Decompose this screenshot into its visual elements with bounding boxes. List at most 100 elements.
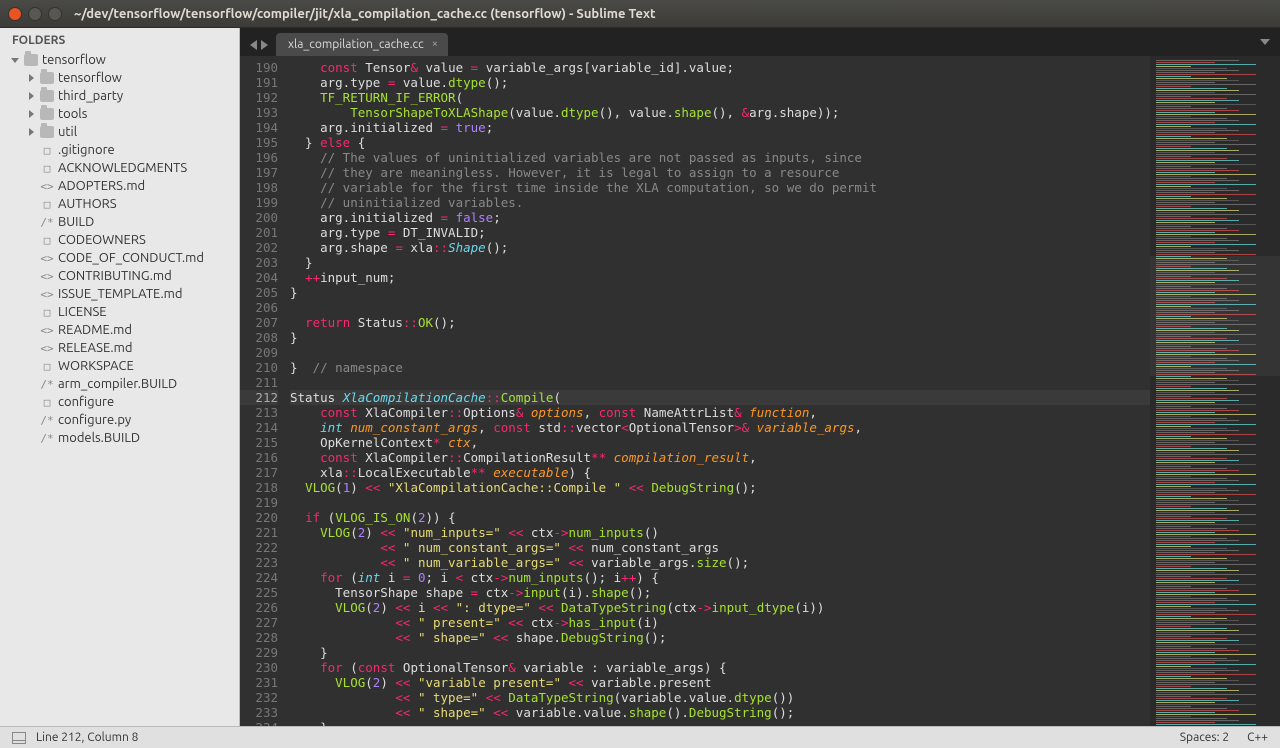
tree-item-label: arm_compiler.BUILD: [58, 377, 177, 391]
code-line[interactable]: int num_constant_args, const std::vector…: [290, 420, 1150, 435]
file-type-icon: □: [40, 144, 54, 157]
code-line[interactable]: OpKernelContext* ctx,: [290, 435, 1150, 450]
code-line[interactable]: << " num_variable_args=" << variable_arg…: [290, 555, 1150, 570]
tree-file[interactable]: <>ADOPTERS.md: [22, 177, 235, 195]
window-max-button[interactable]: [48, 7, 62, 21]
code-line[interactable]: for (const OptionalTensor& variable : va…: [290, 660, 1150, 675]
code-line[interactable]: // they are meaningless. However, it is …: [290, 165, 1150, 180]
tree-folder[interactable]: third_party: [22, 87, 235, 105]
code-line[interactable]: }: [290, 330, 1150, 345]
line-number: 203: [240, 255, 278, 270]
code-line[interactable]: } else {: [290, 135, 1150, 150]
tree-file[interactable]: <>RELEASE.md: [22, 339, 235, 357]
code-line[interactable]: const Tensor& value = variable_args[vari…: [290, 60, 1150, 75]
tree-file[interactable]: /*models.BUILD: [22, 429, 235, 447]
code-line[interactable]: // uninitialized variables.: [290, 195, 1150, 210]
code-line[interactable]: VLOG(2) << i << ": dtype=" << DataTypeSt…: [290, 600, 1150, 615]
tab-nav-forward-icon[interactable]: [261, 40, 268, 50]
code-line[interactable]: [290, 300, 1150, 315]
code-line[interactable]: const XlaCompiler::Options& options, con…: [290, 405, 1150, 420]
code-line[interactable]: [290, 345, 1150, 360]
code-line[interactable]: if (VLOG_IS_ON(2)) {: [290, 510, 1150, 525]
status-indent[interactable]: Spaces: 2: [1180, 731, 1229, 744]
code-line[interactable]: return Status::OK();: [290, 315, 1150, 330]
code-line[interactable]: xla::LocalExecutable** executable) {: [290, 465, 1150, 480]
code-editor[interactable]: const Tensor& value = variable_args[vari…: [286, 56, 1150, 726]
tree-file[interactable]: <>ISSUE_TEMPLATE.md: [22, 285, 235, 303]
line-number: 228: [240, 630, 278, 645]
tree-item-label: CONTRIBUTING.md: [58, 269, 172, 283]
tree-file[interactable]: □WORKSPACE: [22, 357, 235, 375]
tree-file[interactable]: /*arm_compiler.BUILD: [22, 375, 235, 393]
tree-file[interactable]: □.gitignore: [22, 141, 235, 159]
tab-close-icon[interactable]: ×: [432, 39, 442, 49]
window-min-button[interactable]: [28, 7, 42, 21]
folder-icon: [40, 90, 54, 102]
disclosure-icon: [26, 145, 36, 155]
tree-file[interactable]: □ACKNOWLEDGMENTS: [22, 159, 235, 177]
code-line[interactable]: TF_RETURN_IF_ERROR(: [290, 90, 1150, 105]
panel-toggle-icon[interactable]: [12, 732, 26, 744]
code-line[interactable]: }: [290, 720, 1150, 726]
code-line[interactable]: [290, 495, 1150, 510]
code-line[interactable]: VLOG(2) << "variable present=" << variab…: [290, 675, 1150, 690]
tree-file[interactable]: □configure: [22, 393, 235, 411]
code-line[interactable]: VLOG(2) << "num_inputs=" << ctx->num_inp…: [290, 525, 1150, 540]
status-syntax[interactable]: C++: [1247, 731, 1268, 744]
code-line[interactable]: Status XlaCompilationCache::Compile(: [290, 390, 1150, 405]
minimap-viewport[interactable]: [1150, 256, 1280, 376]
minimap[interactable]: [1150, 56, 1280, 726]
line-number: 227: [240, 615, 278, 630]
code-line[interactable]: << " num_constant_args=" << num_constant…: [290, 540, 1150, 555]
code-line[interactable]: ++input_num;: [290, 270, 1150, 285]
chevron-down-icon: [1260, 39, 1270, 45]
window-close-button[interactable]: [8, 7, 22, 21]
tab-overflow-menu[interactable]: [1260, 39, 1270, 45]
code-line[interactable]: arg.initialized = false;: [290, 210, 1150, 225]
code-line[interactable]: arg.type = value.dtype();: [290, 75, 1150, 90]
code-line[interactable]: }: [290, 645, 1150, 660]
code-line[interactable]: TensorShape shape = ctx->input(i).shape(…: [290, 585, 1150, 600]
tree-file[interactable]: <>CONTRIBUTING.md: [22, 267, 235, 285]
tree-folder[interactable]: tensorflow: [22, 69, 235, 87]
tree-file[interactable]: □CODEOWNERS: [22, 231, 235, 249]
line-number: 190: [240, 60, 278, 75]
line-number: 215: [240, 435, 278, 450]
tree-file[interactable]: /*BUILD: [22, 213, 235, 231]
code-line[interactable]: for (int i = 0; i < ctx->num_inputs(); i…: [290, 570, 1150, 585]
code-line[interactable]: // The values of uninitialized variables…: [290, 150, 1150, 165]
tree-file[interactable]: <>CODE_OF_CONDUCT.md: [22, 249, 235, 267]
code-line[interactable]: }: [290, 255, 1150, 270]
code-line[interactable]: << " present=" << ctx->has_input(i): [290, 615, 1150, 630]
code-line[interactable]: VLOG(1) << "XlaCompilationCache::Compile…: [290, 480, 1150, 495]
line-number: 195: [240, 135, 278, 150]
tree-folder[interactable]: tools: [22, 105, 235, 123]
tree-item-label: WORKSPACE: [58, 359, 134, 373]
tree-file[interactable]: <>README.md: [22, 321, 235, 339]
tree-file[interactable]: □LICENSE: [22, 303, 235, 321]
folder-icon: [40, 126, 54, 138]
tab-nav-back-icon[interactable]: [250, 40, 257, 50]
code-line[interactable]: << " shape=" << shape.DebugString();: [290, 630, 1150, 645]
code-line[interactable]: } // namespace: [290, 360, 1150, 375]
folder-icon: [40, 108, 54, 120]
tree-folder[interactable]: util: [22, 123, 235, 141]
code-line[interactable]: arg.type = DT_INVALID;: [290, 225, 1150, 240]
tree-folder[interactable]: tensorflow: [6, 51, 235, 69]
code-line[interactable]: << " type=" << DataTypeString(variable.v…: [290, 690, 1150, 705]
disclosure-icon: [26, 181, 36, 191]
tab-file[interactable]: xla_compilation_cache.cc ×: [276, 33, 448, 56]
code-line[interactable]: // variable for the first time inside th…: [290, 180, 1150, 195]
code-line[interactable]: arg.initialized = true;: [290, 120, 1150, 135]
tree-file[interactable]: /*configure.py: [22, 411, 235, 429]
folder-icon: [40, 72, 54, 84]
code-line[interactable]: const XlaCompiler::CompilationResult** c…: [290, 450, 1150, 465]
code-line[interactable]: [290, 375, 1150, 390]
code-line[interactable]: TensorShapeToXLAShape(value.dtype(), val…: [290, 105, 1150, 120]
window-title: ~/dev/tensorflow/tensorflow/compiler/jit…: [74, 7, 656, 21]
code-line[interactable]: arg.shape = xla::Shape();: [290, 240, 1150, 255]
code-line[interactable]: << " shape=" << variable.value.shape().D…: [290, 705, 1150, 720]
tree-file[interactable]: □AUTHORS: [22, 195, 235, 213]
code-line[interactable]: }: [290, 285, 1150, 300]
tab-nav-arrows: [244, 40, 276, 56]
